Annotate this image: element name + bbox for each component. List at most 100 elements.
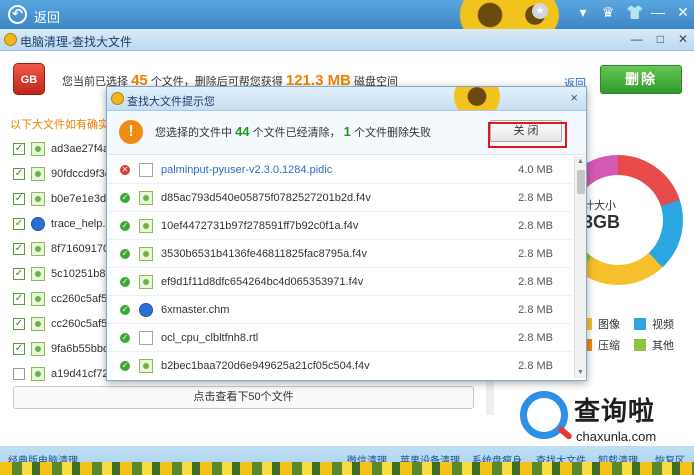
file-size: 4.0 MB (518, 163, 553, 176)
file-size: 2.8 MB (518, 219, 553, 232)
list-item[interactable]: ✓ 8f716091700f (13, 239, 118, 259)
watermark-title: 查询啦 (574, 396, 656, 426)
window-close-icon[interactable]: ✕ (678, 32, 688, 46)
scroll-thumb[interactable] (577, 170, 585, 194)
failed-count: 1 (343, 124, 351, 139)
file-icon (139, 246, 153, 261)
legend-item: 视频 (634, 316, 674, 332)
scroll-up-icon[interactable]: ▲ (577, 158, 584, 165)
success-status-icon: ✓ (120, 248, 130, 259)
delete-button[interactable]: 删除 (600, 65, 682, 94)
window-minimize-icon[interactable]: — (631, 32, 643, 46)
file-icon (139, 274, 153, 289)
cleared-count: 44 (235, 124, 250, 139)
file-icon (31, 292, 45, 306)
row-checkbox[interactable]: ✓ (13, 293, 25, 305)
file-icon (31, 167, 45, 181)
success-status-icon: ✓ (120, 360, 130, 371)
file-name: palminput-pyuser-v2.3.0.1284.pidic (161, 163, 333, 176)
row-checkbox[interactable]: ✓ (13, 243, 25, 255)
dialog-scrollbar[interactable]: ▲ ▼ (574, 156, 586, 378)
window-maximize-icon[interactable]: □ (657, 32, 664, 46)
file-size: 2.8 MB (518, 275, 553, 288)
row-checkbox[interactable]: ✓ (13, 143, 25, 155)
legend-swatch (634, 339, 646, 351)
row-checkbox[interactable] (13, 368, 25, 380)
back-arrow-icon[interactable]: ↶ (8, 5, 27, 24)
table-row[interactable]: ✓ d85ac793d540e05875f0782527201b2d.f4v 2.8… (107, 184, 573, 212)
message-prefix: 您选择的文件中 (155, 127, 232, 139)
success-status-icon: ✓ (120, 304, 130, 315)
file-name: 10ef4472731b97f278591ff7b92c0f1a.f4v (161, 219, 359, 232)
legend-item: 其他 (634, 337, 674, 353)
result-dialog: 查找大文件提示您 × ! 您选择的文件中 44 个文件已经清除， 1 个文件删除… (106, 86, 587, 381)
fail-status-icon: ✕ (120, 164, 130, 175)
watermark: 查询啦 chaxunla.com (512, 385, 694, 455)
success-status-icon: ✓ (120, 332, 130, 343)
star-icon[interactable]: ★ (532, 3, 548, 19)
window-title: 电脑清理-查找大文件 (20, 35, 132, 49)
help-file-icon (31, 217, 45, 231)
back-label[interactable]: 返回 (34, 7, 60, 26)
donut-label: 计大小 (583, 200, 616, 212)
list-item[interactable]: a19d41cf72b1 (13, 364, 121, 384)
dialog-title: 查找大文件提示您 (127, 96, 215, 108)
list-item[interactable]: ✓ cc260c5af598 (13, 289, 120, 309)
result-file-list: ✕ palminput-pyuser-v2.3.0.1284.pidic 4.0 M… (107, 156, 573, 378)
list-item[interactable]: ✓ trace_help.hlp (13, 214, 120, 234)
scroll-down-icon[interactable]: ▼ (577, 369, 584, 376)
legend-label: 视频 (652, 319, 674, 331)
file-icon (31, 367, 45, 381)
file-name: 3530b6531b4136fe46811825fac8795a.f4v (161, 247, 367, 260)
list-item[interactable]: ✓ b0e7e1e3da1 (13, 189, 118, 209)
row-checkbox[interactable]: ✓ (13, 268, 25, 280)
app-logo-icon (111, 92, 124, 105)
file-size: 2.8 MB (518, 359, 553, 372)
warning-icon: ! (119, 120, 143, 144)
list-item[interactable]: ✓ 9fa6b55bbdd (13, 339, 115, 359)
file-name: ef9d1f11d8dfc654264bc4d065353971.f4v (161, 275, 364, 288)
row-checkbox[interactable]: ✓ (13, 168, 25, 180)
row-checkbox[interactable]: ✓ (13, 193, 25, 205)
legend-label: 其他 (652, 340, 674, 352)
table-row[interactable]: ✓ ocl_cpu_clbltfnh8.rtl 2.8 MB (107, 324, 573, 352)
dialog-close-icon[interactable]: × (570, 90, 578, 105)
table-row[interactable]: ✓ 3530b6531b4136fe46811825fac8795a.f4v 2.8… (107, 240, 573, 268)
file-icon (139, 358, 153, 373)
row-checkbox[interactable]: ✓ (13, 343, 25, 355)
success-status-icon: ✓ (120, 220, 130, 231)
file-name: 6xmaster.chm (161, 303, 230, 316)
table-row[interactable]: ✕ palminput-pyuser-v2.3.0.1284.pidic 4.0 M… (107, 156, 573, 184)
list-item[interactable]: ✓ cc260c5af598 (13, 314, 120, 334)
file-name: ocl_cpu_clbltfnh8.rtl (161, 331, 259, 344)
load-more-button[interactable]: 点击查看下50个文件 (13, 386, 474, 409)
dialog-message: 您选择的文件中 44 个文件已经清除， 1 个文件删除失败 (155, 124, 431, 140)
row-checkbox[interactable]: ✓ (13, 218, 25, 230)
file-icon (31, 142, 45, 156)
success-status-icon: ✓ (120, 276, 130, 287)
table-row[interactable]: ✓ ef9d1f11d8dfc654264bc4d065353971.f4v 2.8… (107, 268, 573, 296)
success-status-icon: ✓ (120, 192, 130, 203)
disk-gb-icon: GB (13, 63, 45, 95)
close-icon[interactable]: ✕ (676, 4, 690, 21)
row-checkbox[interactable]: ✓ (13, 318, 25, 330)
donut-value: 3GB (583, 212, 621, 232)
table-row[interactable]: ✓ 10ef4472731b97f278591ff7b92c0f1a.f4v 2.8… (107, 212, 573, 240)
file-icon (31, 267, 45, 281)
file-icon (31, 242, 45, 256)
window-controls: — □ ✕ (631, 32, 688, 46)
sunflower-decoration (447, 87, 507, 110)
top-bar: ↶ 返回 ★ ▾ ♛ 👕 — ✕ (0, 0, 694, 50)
skin-icon[interactable]: 👕 (626, 4, 643, 21)
dropdown-icon[interactable]: ▾ (576, 4, 590, 21)
list-item[interactable]: ✓ 5c10251b88f8 (13, 264, 121, 284)
file-icon (139, 330, 153, 345)
table-row[interactable]: ✓ 6xmaster.chm 2.8 MB (107, 296, 573, 324)
file-size: 2.8 MB (518, 303, 553, 316)
crown-icon[interactable]: ♛ (601, 4, 615, 21)
magnifier-logo-icon (520, 391, 568, 439)
file-size: 2.8 MB (518, 191, 553, 204)
highlight-box (488, 122, 567, 148)
minimize-icon[interactable]: — (651, 4, 665, 21)
table-row[interactable]: ✓ b2bec1baa720d6e949625a21cf05c504.f4v 2.8… (107, 352, 573, 378)
